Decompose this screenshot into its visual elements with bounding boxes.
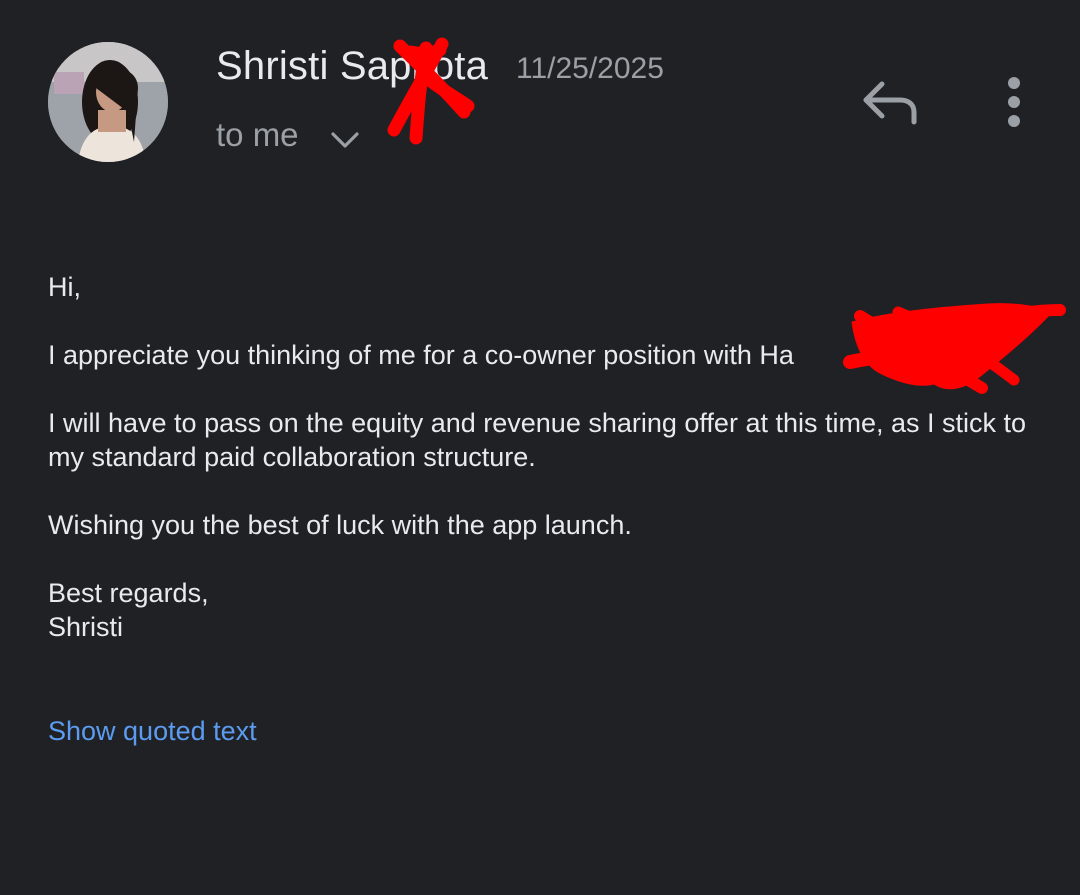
avatar-photo-icon (48, 42, 168, 162)
more-vert-icon (1008, 77, 1020, 127)
chevron-down-icon[interactable] (328, 122, 362, 156)
reply-icon (863, 81, 917, 125)
show-quoted-text-link[interactable]: Show quoted text (48, 716, 257, 747)
message-date: 11/25/2025 (516, 52, 664, 85)
message-paragraph: I will have to pass on the equity and re… (48, 408, 1027, 472)
more-options-button[interactable] (994, 72, 1034, 132)
message-greeting: Hi, (48, 272, 81, 302)
sender-avatar[interactable] (48, 42, 168, 162)
message-paragraph: Wishing you the best of luck with the ap… (48, 510, 632, 540)
message-paragraph: I appreciate you thinking of me for a co… (48, 340, 794, 370)
reply-button[interactable] (856, 76, 922, 130)
sender-name: Shristi Sapkota (216, 44, 489, 88)
message-closing: Best regards, (48, 578, 209, 608)
recipient-label[interactable]: to me (216, 116, 299, 154)
message-signature: Shristi (48, 612, 124, 642)
